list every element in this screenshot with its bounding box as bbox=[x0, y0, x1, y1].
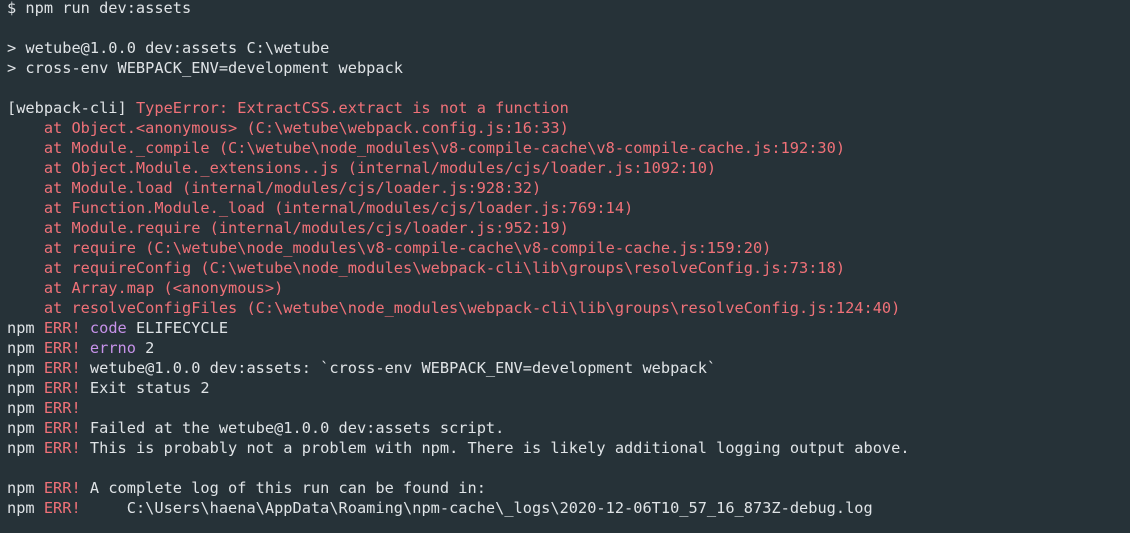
output-text: npm bbox=[7, 499, 44, 517]
error-text: ERR! bbox=[43, 419, 81, 437]
output-text: > cross-env WEBPACK_ENV=development webp… bbox=[7, 59, 404, 77]
terminal-blank-line: ​ bbox=[7, 78, 1130, 98]
output-text: npm bbox=[7, 319, 44, 337]
error-text: at Object.<anonymous> (C:\wetube\webpack… bbox=[7, 119, 569, 137]
terminal-line: $ npm run dev:assets bbox=[7, 0, 1130, 18]
output-text: A complete log of this run can be found … bbox=[80, 479, 486, 497]
terminal-line: npm ERR! Exit status 2 bbox=[7, 378, 1130, 398]
output-text: > wetube@1.0.0 dev:assets C:\wetube bbox=[7, 39, 330, 57]
terminal-line: at resolveConfigFiles (C:\wetube\node_mo… bbox=[7, 298, 1130, 318]
output-text: This is probably not a problem with npm.… bbox=[80, 439, 910, 457]
terminal-output[interactable]: $ npm run dev:assets​> wetube@1.0.0 dev:… bbox=[0, 0, 1130, 533]
error-text: at require (C:\wetube\node_modules\v8-co… bbox=[7, 239, 772, 257]
terminal-line: npm ERR! bbox=[7, 398, 1130, 418]
terminal-blank-line: ​ bbox=[7, 458, 1130, 478]
terminal-line: npm ERR! errno 2 bbox=[7, 338, 1130, 358]
error-text: at Module.require (internal/modules/cjs/… bbox=[7, 219, 569, 237]
terminal-line: at requireConfig (C:\wetube\node_modules… bbox=[7, 258, 1130, 278]
output-text: Exit status 2 bbox=[80, 379, 210, 397]
output-text: C:\Users\haena\AppData\Roaming\npm-cache… bbox=[80, 499, 873, 517]
output-text: [webpack-cli] bbox=[7, 99, 136, 117]
terminal-line: npm ERR! code ELIFECYCLE bbox=[7, 318, 1130, 338]
output-text: npm bbox=[7, 439, 44, 457]
output-text: npm bbox=[7, 479, 44, 497]
terminal-line: > wetube@1.0.0 dev:assets C:\wetube bbox=[7, 38, 1130, 58]
terminal-line: at Array.map (<anonymous>) bbox=[7, 278, 1130, 298]
terminal-line: at Module._compile (C:\wetube\node_modul… bbox=[7, 138, 1130, 158]
keyword-text: code bbox=[89, 319, 127, 337]
error-text: ERR! bbox=[43, 399, 81, 417]
error-text: ERR! bbox=[43, 439, 81, 457]
output-text: $ npm run dev:assets bbox=[7, 0, 192, 17]
terminal-line: at Object.Module._extensions..js (intern… bbox=[7, 158, 1130, 178]
error-text: ERR! bbox=[43, 479, 81, 497]
error-text: at resolveConfigFiles (C:\wetube\node_mo… bbox=[7, 299, 901, 317]
error-text: ERR! bbox=[43, 499, 81, 517]
error-text: TypeError: ExtractCSS.extract is not a f… bbox=[135, 99, 569, 117]
terminal-line: at Module.load (internal/modules/cjs/loa… bbox=[7, 178, 1130, 198]
terminal-line: at Function.Module._load (internal/modul… bbox=[7, 198, 1130, 218]
terminal-blank-line: ​ bbox=[7, 18, 1130, 38]
terminal-line: at require (C:\wetube\node_modules\v8-co… bbox=[7, 238, 1130, 258]
keyword-text: errno bbox=[89, 339, 136, 357]
error-text: ERR! bbox=[43, 359, 81, 377]
error-text: at requireConfig (C:\wetube\node_modules… bbox=[7, 259, 846, 277]
output-text: ELIFECYCLE bbox=[126, 319, 229, 337]
error-text: at Object.Module._extensions..js (intern… bbox=[7, 159, 717, 177]
terminal-line: at Module.require (internal/modules/cjs/… bbox=[7, 218, 1130, 238]
output-text: npm bbox=[7, 379, 44, 397]
output-text: 2 bbox=[135, 339, 155, 357]
output-text: npm bbox=[7, 399, 44, 417]
error-text: at Function.Module._load (internal/modul… bbox=[7, 199, 634, 217]
terminal-line: npm ERR! This is probably not a problem … bbox=[7, 438, 1130, 458]
terminal-line: at Object.<anonymous> (C:\wetube\webpack… bbox=[7, 118, 1130, 138]
error-text: ERR! bbox=[43, 339, 81, 357]
terminal-line: [webpack-cli] TypeError: ExtractCSS.extr… bbox=[7, 98, 1130, 118]
error-text: at Module.load (internal/modules/cjs/loa… bbox=[7, 179, 542, 197]
error-text: ERR! bbox=[43, 379, 81, 397]
output-text: Failed at the wetube@1.0.0 dev:assets sc… bbox=[80, 419, 505, 437]
error-text: ERR! bbox=[43, 319, 81, 337]
output-text: wetube@1.0.0 dev:assets: `cross-env WEBP… bbox=[80, 359, 717, 377]
terminal-line: npm ERR! C:\Users\haena\AppData\Roaming\… bbox=[7, 498, 1130, 518]
terminal-line: npm ERR! Failed at the wetube@1.0.0 dev:… bbox=[7, 418, 1130, 438]
terminal-line: > cross-env WEBPACK_ENV=development webp… bbox=[7, 58, 1130, 78]
output-text: npm bbox=[7, 419, 44, 437]
terminal-line: npm ERR! A complete log of this run can … bbox=[7, 478, 1130, 498]
output-text: npm bbox=[7, 359, 44, 377]
error-text: at Module._compile (C:\wetube\node_modul… bbox=[7, 139, 846, 157]
output-text: npm bbox=[7, 339, 44, 357]
terminal-line: npm ERR! wetube@1.0.0 dev:assets: `cross… bbox=[7, 358, 1130, 378]
error-text: at Array.map (<anonymous>) bbox=[7, 279, 284, 297]
